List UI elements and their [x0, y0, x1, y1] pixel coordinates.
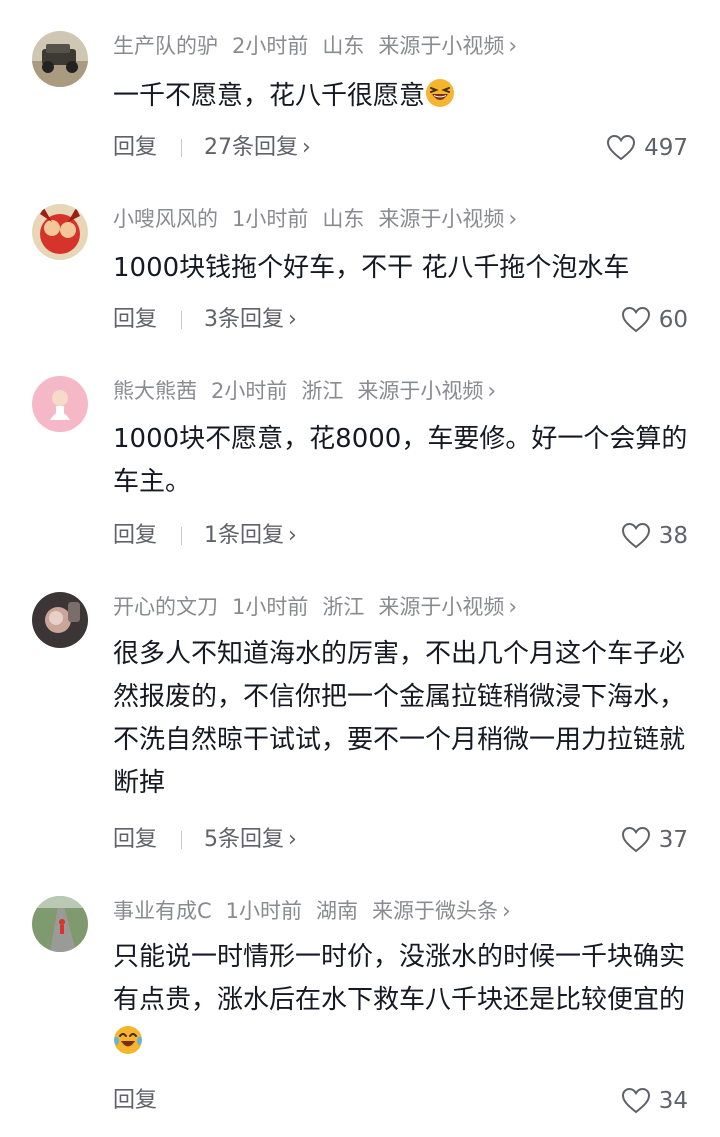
like-count: 34	[658, 1088, 688, 1114]
chevron-right-icon: ›	[288, 523, 297, 548]
like-button[interactable]: 497	[606, 133, 688, 163]
replies-count-label: 1条回复	[204, 523, 285, 548]
comment-location: 浙江	[301, 379, 344, 403]
avatar[interactable]	[32, 204, 88, 260]
replies-count-label: 3条回复	[204, 307, 285, 332]
username[interactable]: 熊大熊茜	[113, 379, 197, 403]
comment-time: 1小时前	[232, 595, 309, 619]
heart-outline-icon	[621, 522, 650, 549]
comment-location: 山东	[322, 34, 365, 58]
heart-outline-icon	[621, 306, 650, 333]
comment-location: 山东	[322, 207, 365, 231]
view-replies-button[interactable]: 3条回复 ›	[204, 305, 297, 335]
like-button[interactable]: 60	[621, 305, 688, 335]
comment-source[interactable]: 来源于小视频	[378, 595, 504, 619]
avatar[interactable]	[32, 376, 88, 432]
heart-outline-icon	[621, 1087, 650, 1114]
comment-text: 很多人不知道海水的厉害，不出几个月这个车子必然报废的，不信你把一个金属拉链稍微浸…	[113, 639, 686, 798]
comment-actions: 回复 1条回复 › 38	[113, 521, 688, 551]
view-replies-button[interactable]: 27条回复 ›	[204, 133, 311, 163]
avatar-image-child	[32, 376, 88, 432]
comment-time: 2小时前	[211, 379, 288, 403]
comment-actions: 回复 34	[113, 1086, 688, 1116]
comment-source[interactable]: 来源于小视频	[357, 379, 483, 403]
divider	[181, 311, 183, 329]
divider	[181, 831, 183, 849]
comment-source[interactable]: 来源于小视频	[378, 207, 504, 231]
chevron-right-icon: ›	[288, 827, 297, 852]
comment-text: 1000块不愿意，花8000，车要修。好一个会算的车主。	[113, 424, 688, 497]
comment-text: 只能说一时情形一时价，没涨水的时候一千块确实有点贵，涨水后在水下救车八千块还是比…	[113, 936, 688, 1065]
chevron-right-icon[interactable]: ›	[487, 379, 496, 404]
comment-actions: 回复 5条回复 › 37	[113, 825, 688, 855]
comment-time: 2小时前	[232, 34, 309, 58]
comment-source[interactable]: 来源于小视频	[378, 34, 504, 58]
like-button[interactable]: 34	[621, 1086, 688, 1116]
chevron-right-icon[interactable]: ›	[502, 899, 511, 924]
chevron-right-icon: ›	[302, 135, 311, 160]
username[interactable]: 生产队的驴	[113, 34, 218, 58]
avatar[interactable]	[32, 31, 88, 87]
reply-button[interactable]: 回复	[113, 1086, 157, 1116]
like-count: 60	[658, 307, 688, 333]
reply-button[interactable]: 回复	[113, 825, 157, 855]
reply-button[interactable]: 回复	[113, 133, 157, 163]
replies-count-label: 27条回复	[204, 135, 299, 160]
comment-time: 1小时前	[232, 207, 309, 231]
comment-location: 浙江	[322, 595, 365, 619]
view-replies-button[interactable]: 5条回复 ›	[204, 825, 297, 855]
divider	[181, 527, 183, 545]
like-button[interactable]: 38	[621, 521, 688, 551]
avatar-image-photo	[32, 592, 88, 648]
chevron-right-icon[interactable]: ›	[508, 34, 517, 59]
comment-source[interactable]: 来源于微头条	[372, 899, 498, 923]
comment-text-content: 只能说一时情形一时价，没涨水的时候一千块确实有点贵，涨水后在水下救车八千块还是比…	[113, 942, 686, 1015]
reply-button[interactable]: 回复	[113, 305, 157, 335]
comment-text-content: 一千不愿意，花八千很愿意	[113, 81, 426, 111]
laughing-emoji-icon	[426, 79, 455, 107]
comment-meta: 熊大熊茜 2小时前 浙江 来源于小视频 ›	[113, 376, 496, 406]
username[interactable]: 小嗖风风的	[113, 207, 218, 231]
avatar-image-road	[32, 896, 88, 952]
like-count: 38	[658, 523, 688, 549]
comment-text: 一千不愿意，花八千很愿意	[113, 75, 688, 118]
username[interactable]: 事业有成C	[113, 899, 212, 923]
avatar-image-cartoon	[32, 204, 88, 260]
like-button[interactable]: 37	[621, 825, 688, 855]
comment-meta: 事业有成C 1小时前 湖南 来源于微头条 ›	[113, 896, 511, 926]
view-replies-button[interactable]: 1条回复 ›	[204, 521, 297, 551]
comment-actions: 回复 27条回复 › 497	[113, 133, 688, 163]
username[interactable]: 开心的文刀	[113, 595, 218, 619]
comment-meta: 开心的文刀 1小时前 浙江 来源于小视频 ›	[113, 592, 517, 622]
avatar[interactable]	[32, 592, 88, 648]
replies-count-label: 5条回复	[204, 827, 285, 852]
heart-outline-icon	[621, 826, 650, 853]
comment-actions: 回复 3条回复 › 60	[113, 305, 688, 335]
tears-of-joy-emoji-icon	[114, 1026, 142, 1054]
comment-meta: 生产队的驴 2小时前 山东 来源于小视频 ›	[113, 31, 517, 61]
chevron-right-icon[interactable]: ›	[508, 595, 517, 620]
chevron-right-icon[interactable]: ›	[508, 207, 517, 232]
heart-outline-icon	[607, 134, 636, 161]
comment-time: 1小时前	[225, 899, 303, 923]
chevron-right-icon: ›	[288, 307, 297, 332]
divider	[181, 139, 183, 157]
like-count: 37	[658, 827, 688, 853]
like-count: 497	[644, 135, 688, 161]
avatar[interactable]	[32, 896, 88, 952]
comment-location: 湖南	[316, 899, 359, 923]
comment-meta: 小嗖风风的 1小时前 山东 来源于小视频 ›	[113, 204, 517, 234]
comment-text: 1000块钱拖个好车，不干 花八千拖个泡水车	[113, 253, 630, 283]
avatar-image-jeep	[32, 31, 88, 87]
reply-button[interactable]: 回复	[113, 521, 157, 551]
